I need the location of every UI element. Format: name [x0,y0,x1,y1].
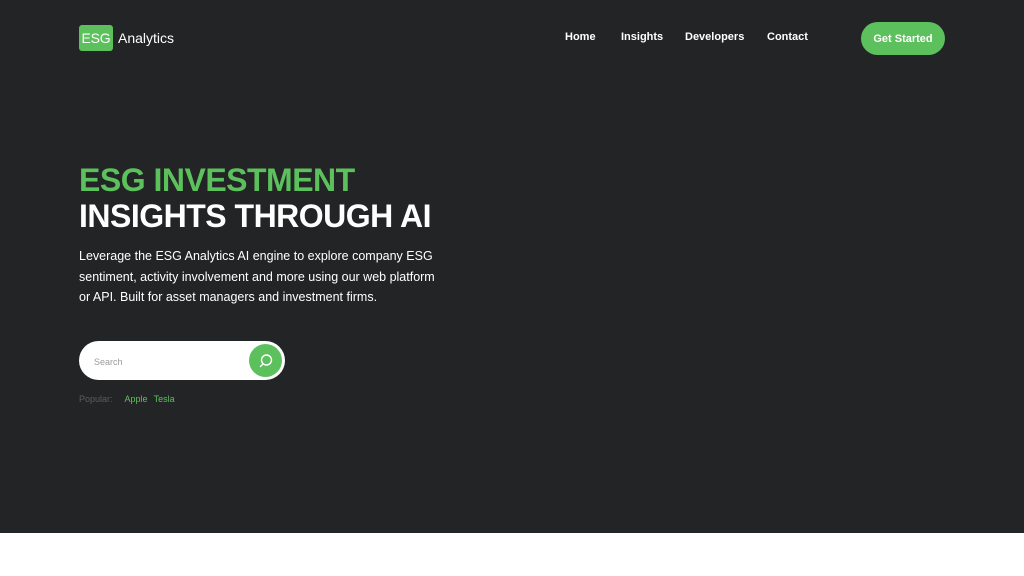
nav-contact[interactable]: Contact [767,31,808,43]
hero-section: ESG Analytics Home Insights Developers C… [0,0,1024,533]
nav-home[interactable]: Home [565,31,596,43]
popular-tag-tesla[interactable]: Tesla [154,394,175,404]
nav-insights[interactable]: Insights [621,31,663,43]
popular-label: Popular: [79,394,113,404]
logo-mark: ESG [79,25,113,51]
hero-title-line2: INSIGHTS THROUGH AI [79,198,431,234]
logo-text: Analytics [118,30,175,46]
search-icon [259,353,272,367]
hero-description: Leverage the ESG Analytics AI engine to … [79,249,435,304]
get-started-button[interactable]: Get Started [861,22,945,55]
logo[interactable]: ESG Analytics [79,25,174,51]
popular-searches: Popular: Apple Tesla [79,394,181,404]
popular-tag-apple[interactable]: Apple [125,394,148,404]
search-button[interactable] [249,344,282,377]
hero-title-line1: ESG INVESTMENT [79,162,355,198]
next-section [0,533,1024,576]
search-input[interactable] [92,352,246,371]
search-bar [79,341,285,380]
nav-developers[interactable]: Developers [685,31,744,43]
